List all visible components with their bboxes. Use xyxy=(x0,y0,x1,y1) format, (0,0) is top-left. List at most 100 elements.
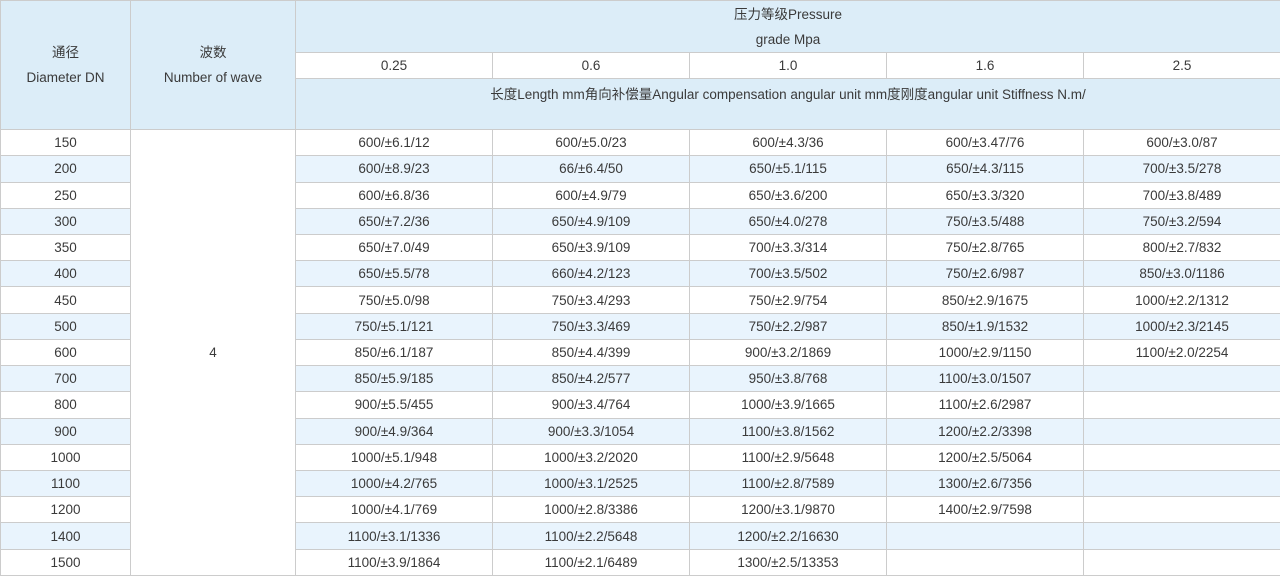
value-cell: 750/±5.1/121 xyxy=(296,313,493,339)
value-cell: 800/±2.7/832 xyxy=(1084,234,1280,260)
value-cell: 650/±4.0/278 xyxy=(690,208,887,234)
value-cell xyxy=(1084,549,1280,575)
value-cell: 900/±3.2/1869 xyxy=(690,339,887,365)
value-cell: 650/±3.3/320 xyxy=(887,182,1084,208)
value-cell: 850/±4.2/577 xyxy=(493,366,690,392)
pressure-grade-header: 0.25 xyxy=(296,53,493,78)
dn-cell: 700 xyxy=(1,366,131,392)
value-cell: 1000/±3.1/2525 xyxy=(493,470,690,496)
dn-cell: 1200 xyxy=(1,497,131,523)
value-cell: 650/±3.6/200 xyxy=(690,182,887,208)
value-cell: 750/±2.8/765 xyxy=(887,234,1084,260)
value-cell: 600/±6.8/36 xyxy=(296,182,493,208)
value-cell: 850/±1.9/1532 xyxy=(887,313,1084,339)
dn-cell: 200 xyxy=(1,156,131,182)
pressure-grade-header: 2.5 xyxy=(1084,53,1280,78)
value-cell: 750/±3.3/469 xyxy=(493,313,690,339)
value-cell: 1000/±4.2/765 xyxy=(296,470,493,496)
value-cell: 1100/±2.1/6489 xyxy=(493,549,690,575)
value-cell: 1200/±3.1/9870 xyxy=(690,497,887,523)
value-cell: 1100/±2.6/2987 xyxy=(887,392,1084,418)
value-cell: 1100/±2.8/7589 xyxy=(690,470,887,496)
value-cell: 600/±3.0/87 xyxy=(1084,130,1280,156)
value-cell: 1000/±2.3/2145 xyxy=(1084,313,1280,339)
dn-cell: 500 xyxy=(1,313,131,339)
value-cell: 1300/±2.5/13353 xyxy=(690,549,887,575)
pressure-grade-header: 1.6 xyxy=(887,53,1084,78)
value-cell: 1100/±2.9/5648 xyxy=(690,444,887,470)
value-cell: 1000/±3.2/2020 xyxy=(493,444,690,470)
diameter-header: 通径 Diameter DN xyxy=(1,1,131,130)
value-cell: 850/±4.4/399 xyxy=(493,339,690,365)
value-cell: 1000/±3.9/1665 xyxy=(690,392,887,418)
value-cell: 1400/±2.9/7598 xyxy=(887,497,1084,523)
dn-cell: 400 xyxy=(1,261,131,287)
value-cell: 600/±4.9/79 xyxy=(493,182,690,208)
measure-note: 长度Length mm角向补偿量Angular compensation ang… xyxy=(296,78,1280,129)
wave-header: 波数 Number of wave xyxy=(131,1,296,130)
value-cell: 1000/±2.9/1150 xyxy=(887,339,1084,365)
value-cell: 850/±5.9/185 xyxy=(296,366,493,392)
dn-cell: 150 xyxy=(1,130,131,156)
header-row-top: 通径 Diameter DN 波数 Number of wave 压力等级Pre… xyxy=(1,1,1280,53)
value-cell: 1000/±4.1/769 xyxy=(296,497,493,523)
value-cell xyxy=(1084,418,1280,444)
value-cell: 650/±7.0/49 xyxy=(296,234,493,260)
value-cell: 660/±4.2/123 xyxy=(493,261,690,287)
value-cell: 66/±6.4/50 xyxy=(493,156,690,182)
value-cell: 750/±3.5/488 xyxy=(887,208,1084,234)
value-cell: 850/±2.9/1675 xyxy=(887,287,1084,313)
value-cell: 650/±4.3/115 xyxy=(887,156,1084,182)
value-cell xyxy=(1084,523,1280,549)
value-cell: 700/±3.5/502 xyxy=(690,261,887,287)
dn-cell: 1500 xyxy=(1,549,131,575)
value-cell xyxy=(1084,392,1280,418)
wave-header-zh: 波数 xyxy=(131,40,295,65)
value-cell: 600/±3.47/76 xyxy=(887,130,1084,156)
value-cell: 1100/±3.9/1864 xyxy=(296,549,493,575)
value-cell: 1200/±2.2/3398 xyxy=(887,418,1084,444)
value-cell xyxy=(1084,366,1280,392)
value-cell: 950/±3.8/768 xyxy=(690,366,887,392)
dn-cell: 350 xyxy=(1,234,131,260)
value-cell: 650/±4.9/109 xyxy=(493,208,690,234)
pressure-grade-title: 压力等级Pressure grade Mpa xyxy=(296,1,1280,53)
dn-cell: 250 xyxy=(1,182,131,208)
diameter-header-zh: 通径 xyxy=(1,40,130,65)
dn-cell: 1000 xyxy=(1,444,131,470)
pressure-spec-table: 通径 Diameter DN 波数 Number of wave 压力等级Pre… xyxy=(0,0,1280,576)
value-cell: 700/±3.5/278 xyxy=(1084,156,1280,182)
value-cell: 600/±4.3/36 xyxy=(690,130,887,156)
value-cell: 850/±6.1/187 xyxy=(296,339,493,365)
value-cell: 1300/±2.6/7356 xyxy=(887,470,1084,496)
wave-header-en: Number of wave xyxy=(131,65,295,90)
dn-cell: 450 xyxy=(1,287,131,313)
value-cell: 1100/±3.8/1562 xyxy=(690,418,887,444)
value-cell: 750/±3.2/594 xyxy=(1084,208,1280,234)
pressure-grade-title-line2: grade Mpa xyxy=(296,27,1280,52)
value-cell: 1000/±5.1/948 xyxy=(296,444,493,470)
value-cell: 600/±5.0/23 xyxy=(493,130,690,156)
value-cell: 1100/±3.1/1336 xyxy=(296,523,493,549)
value-cell xyxy=(1084,470,1280,496)
value-cell: 900/±5.5/455 xyxy=(296,392,493,418)
value-cell xyxy=(1084,497,1280,523)
dn-cell: 600 xyxy=(1,339,131,365)
value-cell: 1100/±2.2/5648 xyxy=(493,523,690,549)
wave-count-cell: 4 xyxy=(131,130,296,576)
value-cell: 650/±5.1/115 xyxy=(690,156,887,182)
value-cell: 900/±3.3/1054 xyxy=(493,418,690,444)
value-cell: 750/±2.6/987 xyxy=(887,261,1084,287)
value-cell: 900/±4.9/364 xyxy=(296,418,493,444)
pressure-grade-header: 0.6 xyxy=(493,53,690,78)
value-cell: 850/±3.0/1186 xyxy=(1084,261,1280,287)
value-cell: 600/±6.1/12 xyxy=(296,130,493,156)
value-cell: 750/±3.4/293 xyxy=(493,287,690,313)
pressure-grade-header: 1.0 xyxy=(690,53,887,78)
pressure-grade-title-line1: 压力等级Pressure xyxy=(296,2,1280,27)
value-cell: 900/±3.4/764 xyxy=(493,392,690,418)
value-cell: 750/±5.0/98 xyxy=(296,287,493,313)
value-cell: 600/±8.9/23 xyxy=(296,156,493,182)
value-cell xyxy=(887,523,1084,549)
value-cell: 700/±3.3/314 xyxy=(690,234,887,260)
